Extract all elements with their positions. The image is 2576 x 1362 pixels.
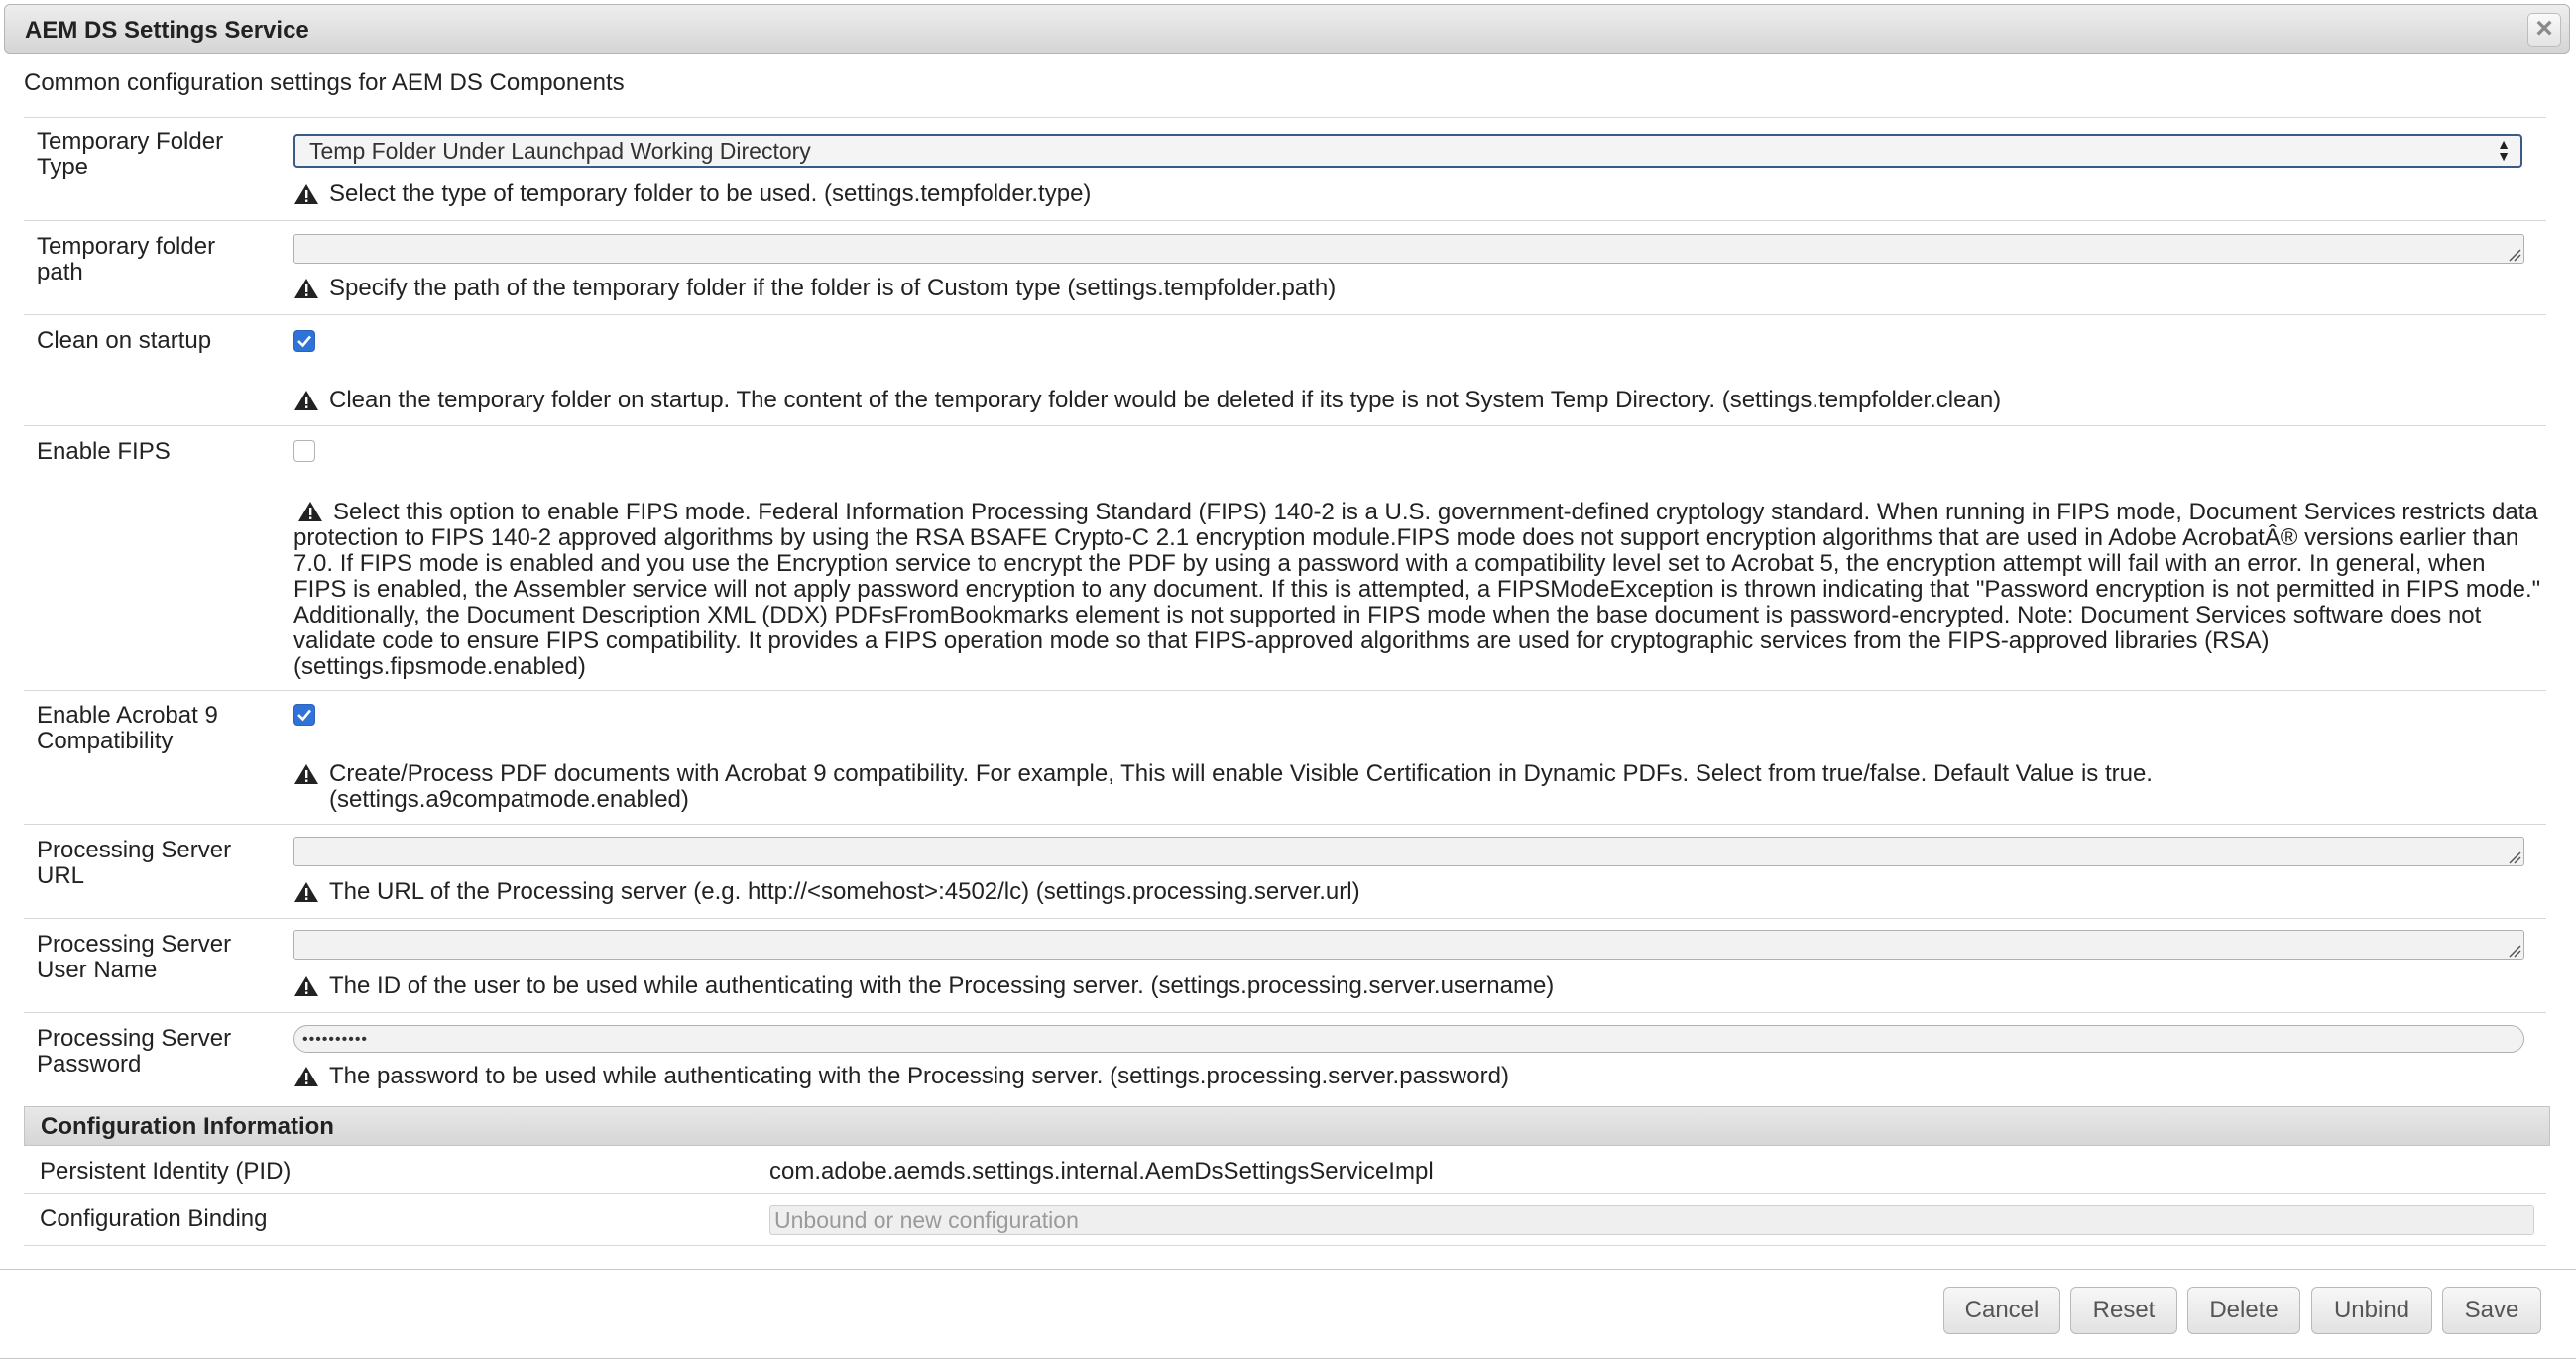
label-temp-folder-type: Temporary Folder Type xyxy=(37,128,224,180)
hint-processing-server-password: The password to be used while authentica… xyxy=(293,1064,2544,1089)
config-info-title: Configuration Information xyxy=(41,1113,334,1140)
config-row-divider xyxy=(24,1193,2546,1194)
dialog-description: Common configuration settings for AEM DS… xyxy=(24,69,625,96)
hint-enable-fips: Select this option to enable FIPS mode. … xyxy=(293,500,2544,680)
resize-handle-icon[interactable] xyxy=(2506,849,2521,864)
hint-text: The URL of the Processing server (e.g. h… xyxy=(329,878,1360,905)
bottom-separator xyxy=(0,1358,2576,1359)
warning-icon xyxy=(294,976,318,996)
config-row-divider xyxy=(24,1245,2546,1246)
temp-folder-type-select[interactable]: Temp Folder Under Launchpad Working Dire… xyxy=(293,134,2522,168)
pid-label: Persistent Identity (PID) xyxy=(40,1158,292,1185)
select-arrows-icon: ▲ ▼ xyxy=(2497,136,2511,164)
processing-server-password-input[interactable]: •••••••••• xyxy=(293,1025,2524,1053)
hint-temp-folder-path: Specify the path of the temporary folder… xyxy=(293,276,2544,301)
dialog-title: AEM DS Settings Service xyxy=(25,17,309,44)
cancel-button[interactable]: Cancel xyxy=(1943,1287,2060,1334)
hint-text: The password to be used while authentica… xyxy=(329,1063,1509,1089)
config-info-header: Configuration Information xyxy=(24,1106,2550,1146)
label-processing-server-password: Processing Server Password xyxy=(37,1025,232,1078)
acrobat9-compat-checkbox[interactable] xyxy=(293,704,315,726)
hint-text: Clean the temporary folder on startup. T… xyxy=(329,387,2002,413)
hint-clean-on-startup: Clean the temporary folder on startup. T… xyxy=(293,388,2544,413)
binding-field[interactable]: Unbound or new configuration xyxy=(769,1205,2534,1235)
warning-icon xyxy=(294,882,318,902)
warning-icon xyxy=(294,279,318,298)
label-processing-server-username: Processing Server User Name xyxy=(37,931,232,983)
warning-icon xyxy=(294,184,318,204)
resize-handle-icon[interactable] xyxy=(2506,942,2521,958)
processing-server-username-input[interactable] xyxy=(293,930,2524,960)
resize-handle-icon[interactable] xyxy=(2506,246,2521,262)
footer-separator xyxy=(0,1269,2576,1270)
close-icon[interactable]: × xyxy=(2527,13,2561,47)
processing-server-url-input[interactable] xyxy=(293,837,2524,866)
hint-processing-server-username: The ID of the user to be used while auth… xyxy=(293,973,2544,999)
hint-text: Create/Process PDF documents with Acroba… xyxy=(329,760,2153,813)
password-value: •••••••••• xyxy=(302,1031,369,1048)
warning-icon xyxy=(298,502,322,521)
label-processing-server-url: Processing Server URL xyxy=(37,837,232,889)
clean-on-startup-checkbox[interactable] xyxy=(293,330,315,352)
settings-dialog: AEM DS Settings Service × Common configu… xyxy=(0,0,2576,1362)
warning-icon xyxy=(294,1067,318,1086)
label-acrobat9-compat: Enable Acrobat 9 Compatibility xyxy=(37,702,218,754)
hint-text: Select the type of temporary folder to b… xyxy=(329,180,1092,207)
unbind-button[interactable]: Unbind xyxy=(2311,1287,2432,1334)
hint-text: Specify the path of the temporary folder… xyxy=(329,275,1337,301)
temp-folder-type-value: Temp Folder Under Launchpad Working Dire… xyxy=(309,138,811,164)
checkmark-icon xyxy=(297,335,311,348)
label-clean-on-startup: Clean on startup xyxy=(37,327,212,354)
hint-text: The ID of the user to be used while auth… xyxy=(329,972,1555,999)
temp-folder-path-input[interactable] xyxy=(293,234,2524,264)
hint-temp-folder-type: Select the type of temporary folder to b… xyxy=(293,181,2544,207)
warning-icon xyxy=(294,764,318,784)
hint-processing-server-url: The URL of the Processing server (e.g. h… xyxy=(293,879,2544,905)
delete-button[interactable]: Delete xyxy=(2187,1287,2300,1334)
binding-label: Configuration Binding xyxy=(40,1205,268,1232)
hint-acrobat9-compat: Create/Process PDF documents with Acroba… xyxy=(293,761,2544,813)
dialog-titlebar[interactable]: AEM DS Settings Service × xyxy=(4,4,2570,54)
reset-button[interactable]: Reset xyxy=(2070,1287,2177,1334)
save-button[interactable]: Save xyxy=(2442,1287,2541,1334)
warning-icon xyxy=(294,391,318,410)
label-enable-fips: Enable FIPS xyxy=(37,438,171,465)
label-temp-folder-path: Temporary folder path xyxy=(37,233,216,285)
enable-fips-checkbox[interactable] xyxy=(293,440,315,462)
checkmark-icon xyxy=(297,709,311,722)
pid-value: com.adobe.aemds.settings.internal.AemDsS… xyxy=(769,1158,1434,1185)
hint-text: Select this option to enable FIPS mode. … xyxy=(293,499,2541,680)
